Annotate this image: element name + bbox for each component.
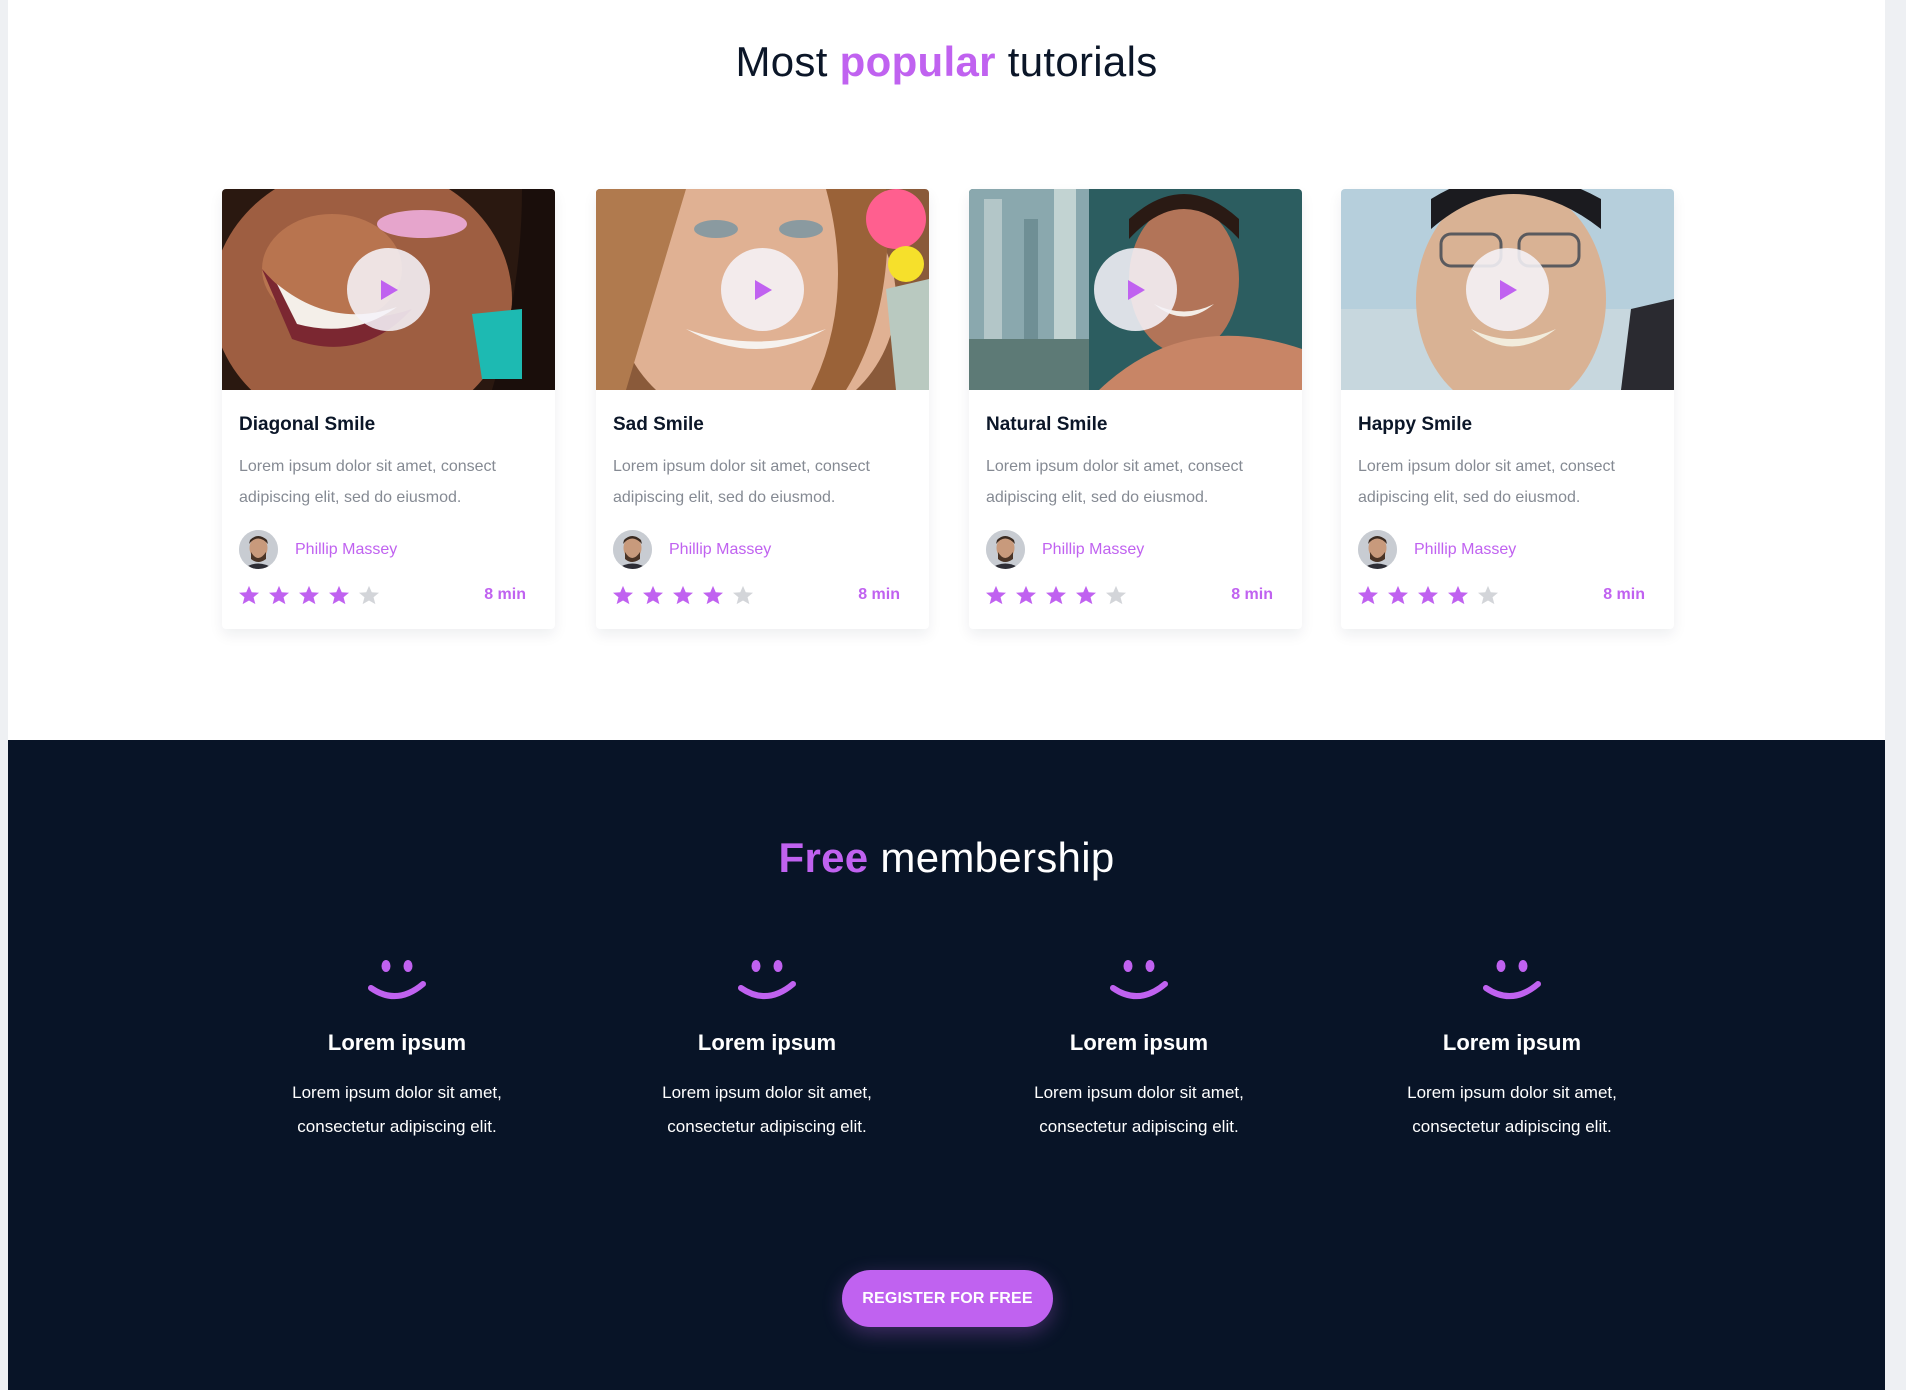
tutorial-thumbnail[interactable] <box>596 189 929 390</box>
avatar <box>986 530 1025 569</box>
page-gutter <box>1885 0 1906 1390</box>
rating-stars <box>612 585 762 605</box>
tutorial-description: Lorem ipsum dolor sit amet, consect adip… <box>986 458 1243 506</box>
tutorials-heading-pre: Most <box>735 38 828 85</box>
tutorial-thumbnail[interactable] <box>222 189 555 390</box>
star-filled-icon <box>299 585 319 605</box>
membership-feature: Lorem ipsum Lorem ipsum dolor sit amet, … <box>1352 954 1672 1144</box>
rating-stars <box>1357 585 1507 605</box>
star-filled-icon <box>1076 585 1096 605</box>
star-filled-icon <box>239 585 259 605</box>
tutorials-heading-post: tutorials <box>1007 38 1158 85</box>
author-name[interactable]: Phillip Massey <box>1042 541 1144 559</box>
feature-description: Lorem ipsum dolor sit amet, consectetur … <box>1407 1083 1617 1136</box>
feature-title: Lorem ipsum <box>327 1030 467 1055</box>
tutorial-duration: 8 min <box>858 586 900 603</box>
star-filled-icon <box>1358 585 1378 605</box>
author-name[interactable]: Phillip Massey <box>1414 541 1516 559</box>
tutorial-title[interactable]: Sad Smile <box>613 414 704 436</box>
author-name[interactable]: Phillip Massey <box>295 541 397 559</box>
tutorial-description: Lorem ipsum dolor sit amet, consect adip… <box>1358 458 1615 506</box>
star-empty-icon <box>1478 585 1498 605</box>
play-button[interactable] <box>1094 248 1177 331</box>
star-filled-icon <box>1388 585 1408 605</box>
feature-title: Lorem ipsum <box>697 1030 837 1055</box>
tutorial-description: Lorem ipsum dolor sit amet, consect adip… <box>613 458 870 506</box>
tutorial-author[interactable]: Phillip Massey <box>1358 530 1516 569</box>
star-filled-icon <box>643 585 663 605</box>
smile-icon <box>738 960 796 999</box>
tutorial-duration: 8 min <box>1231 586 1273 603</box>
avatar <box>613 530 652 569</box>
play-button[interactable] <box>721 248 804 331</box>
tutorial-card[interactable]: Happy Smile Lorem ipsum dolor sit amet, … <box>1341 189 1674 629</box>
smile-icon <box>1110 960 1168 999</box>
membership-feature: Lorem ipsum Lorem ipsum dolor sit amet, … <box>979 954 1299 1144</box>
tutorial-title[interactable]: Natural Smile <box>986 414 1107 436</box>
membership-section: Free membership Lorem ipsum Lorem ipsum … <box>8 740 1885 1390</box>
star-filled-icon <box>1448 585 1468 605</box>
tutorial-card[interactable]: Diagonal Smile Lorem ipsum dolor sit ame… <box>222 189 555 629</box>
tutorial-duration: 8 min <box>1603 586 1645 603</box>
tutorial-thumbnail[interactable] <box>1341 189 1674 390</box>
membership-heading-post: membership <box>880 834 1115 881</box>
register-button[interactable]: REGISTER FOR FREE <box>842 1270 1053 1327</box>
play-button[interactable] <box>347 248 430 331</box>
tutorial-card[interactable]: Sad Smile Lorem ipsum dolor sit amet, co… <box>596 189 929 629</box>
play-icon <box>1499 279 1517 300</box>
tutorial-thumbnail[interactable] <box>969 189 1302 390</box>
avatar <box>239 530 278 569</box>
play-icon <box>380 279 398 300</box>
feature-description: Lorem ipsum dolor sit amet, consectetur … <box>1034 1083 1244 1136</box>
play-icon <box>754 279 772 300</box>
feature-title: Lorem ipsum <box>1442 1030 1582 1055</box>
author-name[interactable]: Phillip Massey <box>669 541 771 559</box>
feature-description: Lorem ipsum dolor sit amet, consectetur … <box>662 1083 872 1136</box>
tutorial-author[interactable]: Phillip Massey <box>986 530 1144 569</box>
membership-feature: Lorem ipsum Lorem ipsum dolor sit amet, … <box>607 954 927 1144</box>
play-button[interactable] <box>1466 248 1549 331</box>
rating-stars <box>238 585 388 605</box>
tutorial-duration: 8 min <box>484 586 526 603</box>
smile-icon <box>368 960 426 999</box>
membership-heading: Free membership <box>8 834 1885 882</box>
star-empty-icon <box>733 585 753 605</box>
tutorial-description: Lorem ipsum dolor sit amet, consect adip… <box>239 458 496 506</box>
star-filled-icon <box>1046 585 1066 605</box>
membership-heading-accent: Free <box>778 834 869 881</box>
star-filled-icon <box>269 585 289 605</box>
tutorial-card-list: Diagonal Smile Lorem ipsum dolor sit ame… <box>222 189 1678 629</box>
star-empty-icon <box>359 585 379 605</box>
feature-description: Lorem ipsum dolor sit amet, consectetur … <box>292 1083 502 1136</box>
star-filled-icon <box>673 585 693 605</box>
play-icon <box>1127 279 1145 300</box>
page: Most popular tutorials Diagonal Smile Lo… <box>8 0 1885 1390</box>
star-filled-icon <box>329 585 349 605</box>
tutorial-title[interactable]: Diagonal Smile <box>239 414 375 436</box>
star-empty-icon <box>1106 585 1126 605</box>
star-filled-icon <box>986 585 1006 605</box>
star-filled-icon <box>613 585 633 605</box>
tutorials-heading: Most popular tutorials <box>8 38 1885 86</box>
star-filled-icon <box>1016 585 1036 605</box>
avatar <box>1358 530 1397 569</box>
star-filled-icon <box>1418 585 1438 605</box>
membership-feature: Lorem ipsum Lorem ipsum dolor sit amet, … <box>237 954 557 1144</box>
smile-icon <box>1483 960 1541 999</box>
star-filled-icon <box>703 585 723 605</box>
rating-stars <box>985 585 1135 605</box>
tutorial-author[interactable]: Phillip Massey <box>613 530 771 569</box>
tutorial-title[interactable]: Happy Smile <box>1358 414 1472 436</box>
tutorials-heading-accent: popular <box>839 38 996 85</box>
feature-title: Lorem ipsum <box>1069 1030 1209 1055</box>
tutorial-author[interactable]: Phillip Massey <box>239 530 397 569</box>
tutorial-card[interactable]: Natural Smile Lorem ipsum dolor sit amet… <box>969 189 1302 629</box>
